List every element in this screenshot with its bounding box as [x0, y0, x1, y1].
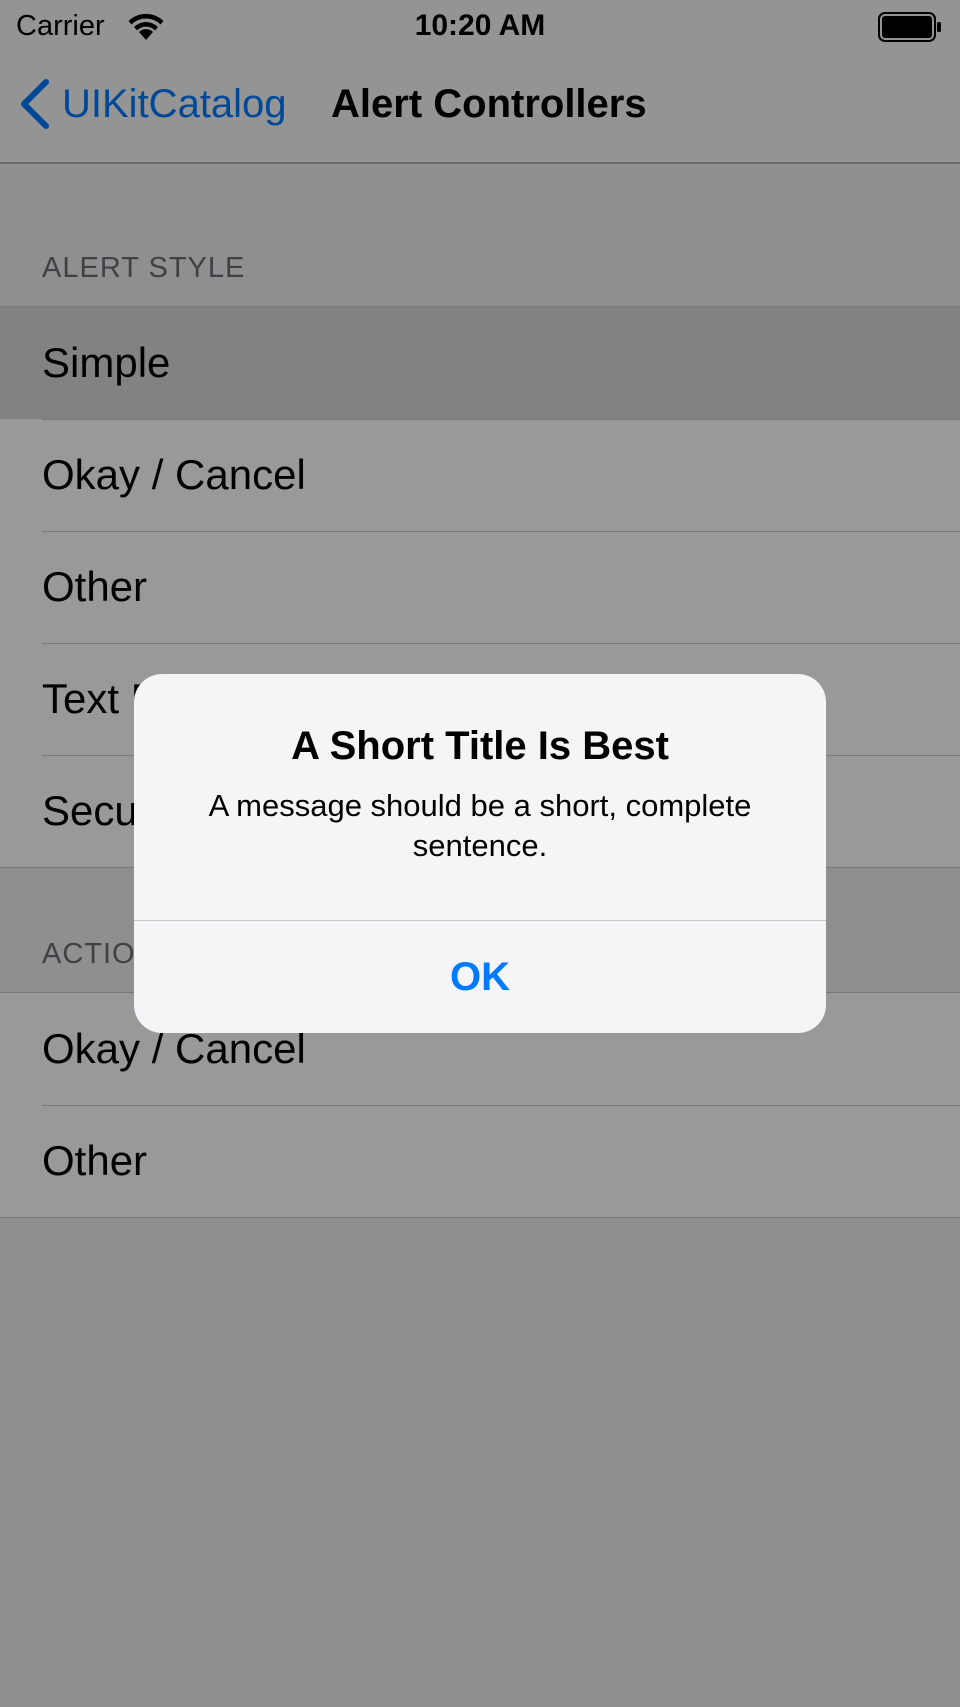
alert-message: A message should be a short, complete se… [208, 788, 752, 863]
alert-title: A Short Title Is Best [291, 724, 669, 768]
alert-dialog: A Short Title Is Best A message should b… [134, 674, 826, 1033]
alert-ok-button[interactable]: OK [134, 921, 826, 1033]
